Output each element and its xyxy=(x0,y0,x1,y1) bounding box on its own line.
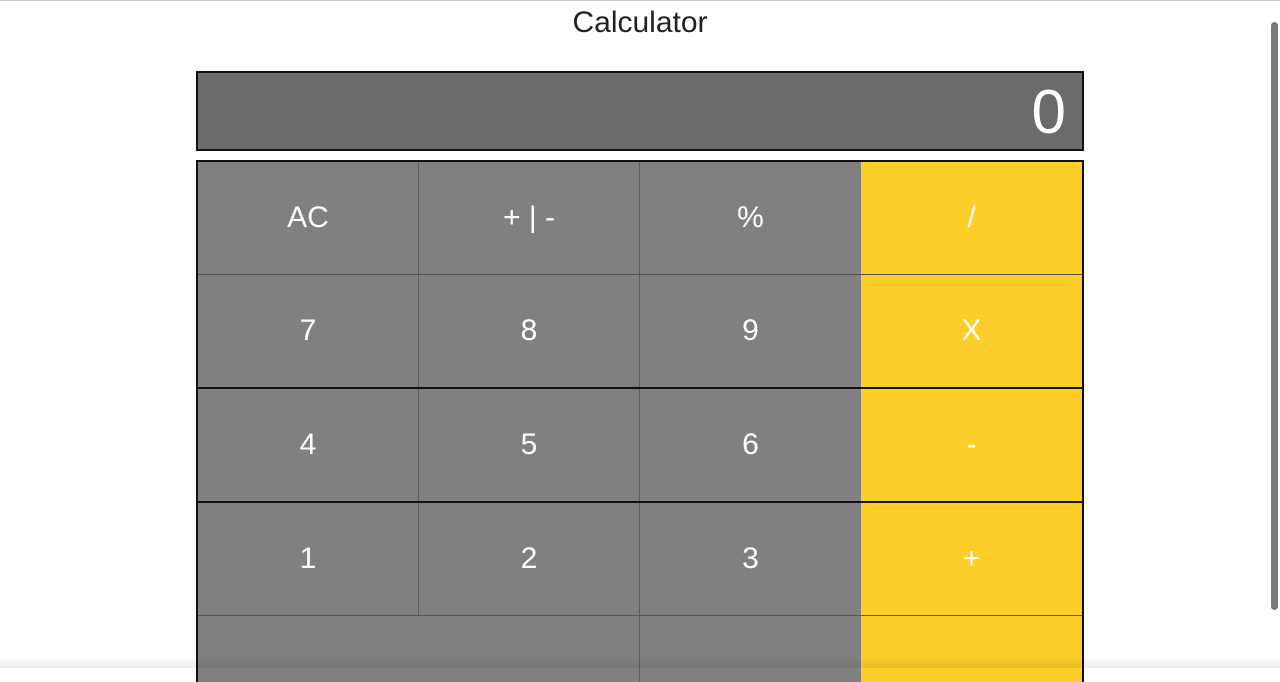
subtract-button[interactable]: - xyxy=(861,389,1082,501)
plus-minus-button[interactable]: + | - xyxy=(419,162,640,275)
decimal-button[interactable] xyxy=(640,616,861,682)
calculator-display: 0 xyxy=(196,71,1084,151)
add-button[interactable]: + xyxy=(861,503,1082,616)
two-button[interactable]: 2 xyxy=(419,503,640,616)
six-button[interactable]: 6 xyxy=(640,389,861,501)
all-clear-button[interactable]: AC xyxy=(198,162,419,275)
page-title: Calculator xyxy=(0,5,1280,41)
nine-button[interactable]: 9 xyxy=(640,275,861,387)
display-value: 0 xyxy=(1032,77,1066,149)
four-button[interactable]: 4 xyxy=(198,389,419,501)
zero-button[interactable] xyxy=(198,616,640,682)
seven-button[interactable]: 7 xyxy=(198,275,419,387)
percent-button[interactable]: % xyxy=(640,162,861,275)
window-top-border xyxy=(0,0,1280,1)
equals-button[interactable] xyxy=(861,616,1082,682)
five-button[interactable]: 5 xyxy=(419,389,640,501)
calculator-keypad: AC + | - % / 7 8 9 X 4 5 6 - 1 2 3 + xyxy=(196,160,1084,682)
scrollbar-thumb[interactable] xyxy=(1271,22,1278,610)
vertical-scrollbar[interactable] xyxy=(1268,0,1280,668)
eight-button[interactable]: 8 xyxy=(419,275,640,387)
one-button[interactable]: 1 xyxy=(198,503,419,616)
divide-button[interactable]: / xyxy=(861,162,1082,275)
multiply-button[interactable]: X xyxy=(861,275,1082,387)
three-button[interactable]: 3 xyxy=(640,503,861,616)
